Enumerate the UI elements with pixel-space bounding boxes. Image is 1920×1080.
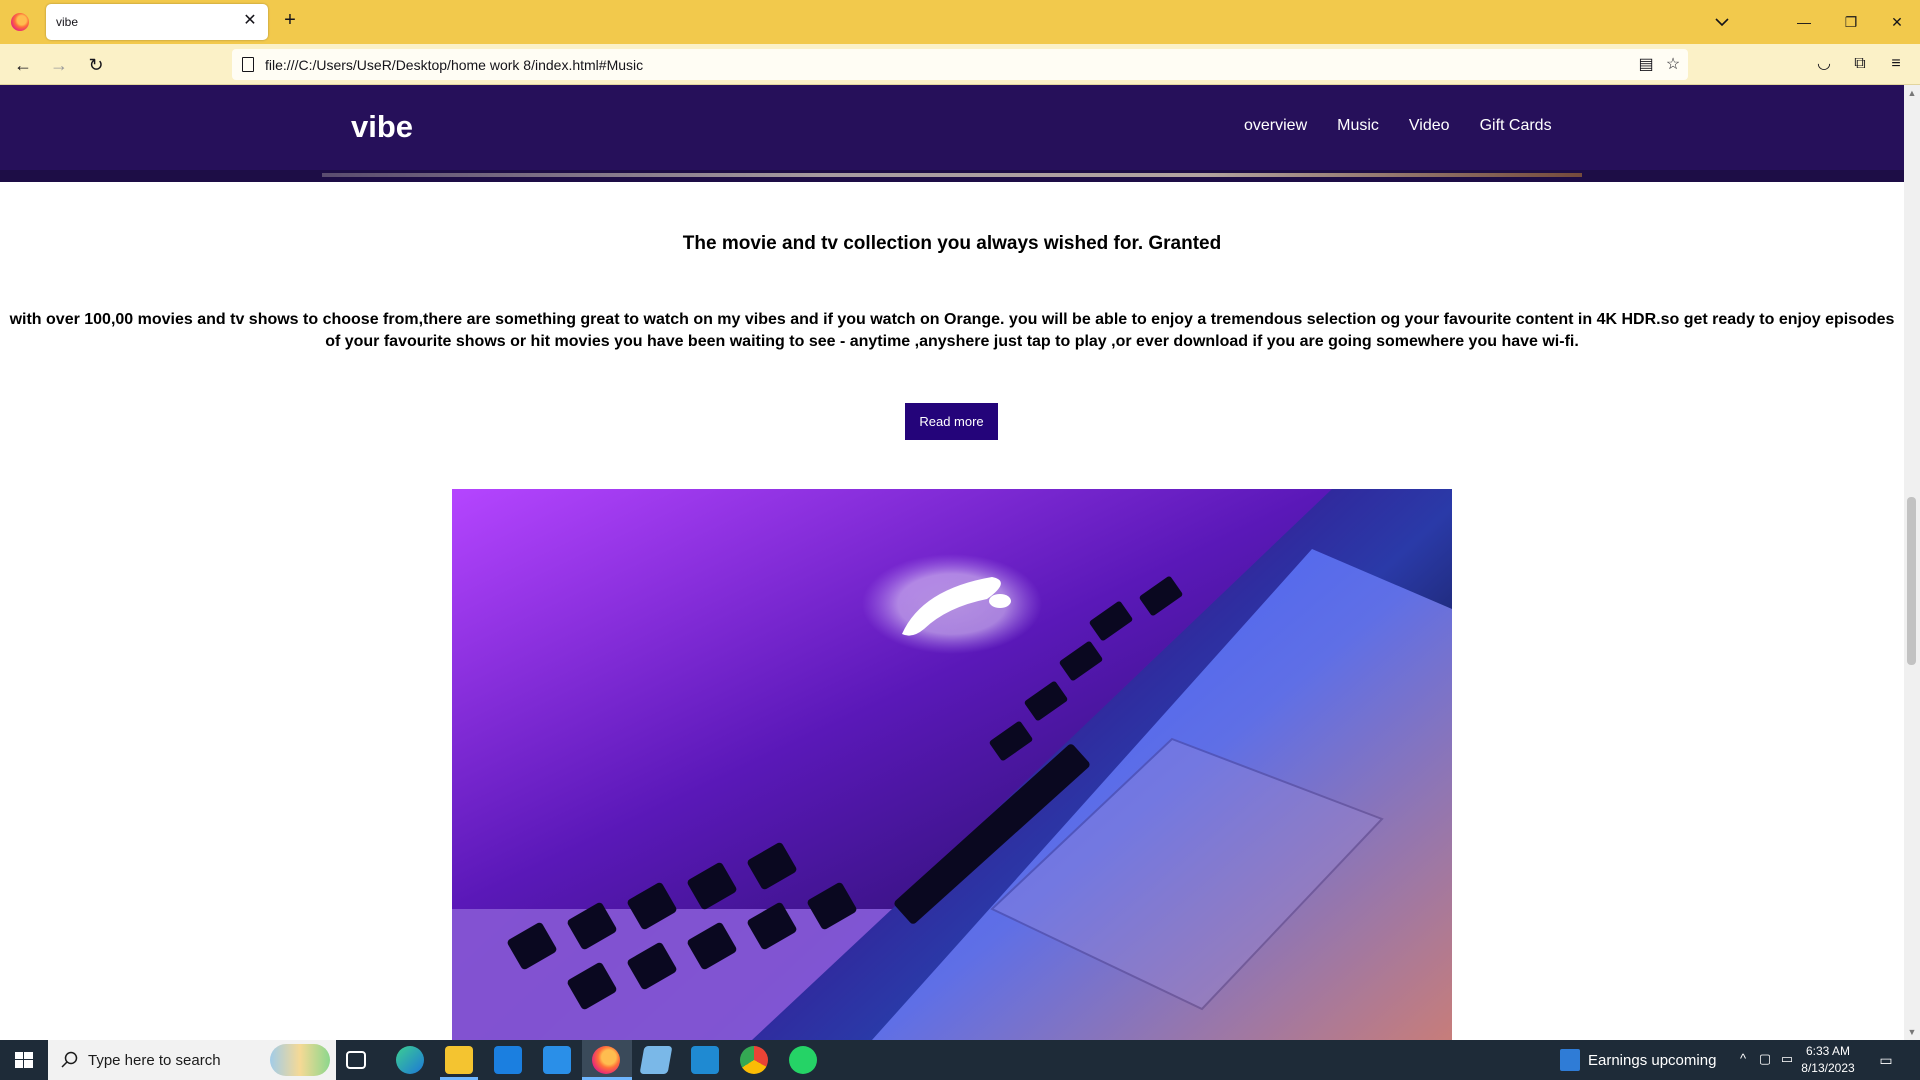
page-scrollbar[interactable]: ▲ ▼: [1904, 85, 1920, 1040]
search-icon: [61, 1051, 78, 1068]
network-icon[interactable]: ▭: [1779, 1050, 1795, 1068]
firefox-logo-icon: [11, 13, 29, 31]
chrome-icon[interactable]: [740, 1046, 768, 1074]
clock-date: 8/13/2023: [1801, 1061, 1855, 1075]
taskbar-search-box[interactable]: Type here to search: [48, 1040, 336, 1080]
page-viewport: vibe overview Music Video Gift Cards The…: [0, 85, 1904, 1040]
restore-window-icon[interactable]: ❐: [1836, 8, 1866, 36]
url-bar[interactable]: file:///C:/Users/UseR/Desktop/home work …: [232, 49, 1688, 80]
taskbar-widget[interactable]: Earnings upcoming: [1560, 1040, 1716, 1080]
notepad-icon[interactable]: [639, 1046, 673, 1074]
forward-arrow-icon[interactable]: →: [45, 51, 73, 79]
scroll-up-icon[interactable]: ▲: [1907, 88, 1917, 98]
close-tab-icon[interactable]: ✕: [240, 11, 260, 31]
edge-icon[interactable]: [396, 1046, 424, 1074]
nav-link-video[interactable]: Video: [1409, 117, 1450, 135]
browser-tab-bar: vibe ✕ + — ❐ ✕: [0, 0, 1920, 44]
show-hidden-icons-chevron-icon[interactable]: ^: [1735, 1050, 1751, 1068]
site-nav: overview Music Video Gift Cards: [1244, 117, 1552, 135]
section-headline: The movie and tv collection you always w…: [682, 233, 1222, 254]
site-header: vibe overview Music Video Gift Cards: [0, 85, 1904, 182]
windows-start-icon[interactable]: [0, 1040, 48, 1080]
file-explorer-icon[interactable]: [445, 1046, 473, 1074]
system-clock[interactable]: 6:33 AM 8/13/2023: [1800, 1043, 1856, 1077]
vscode-icon[interactable]: [691, 1046, 719, 1074]
bookmark-star-icon[interactable]: ☆: [1663, 55, 1683, 75]
section-description: with over 100,00 movies and tv shows to …: [9, 311, 1895, 350]
search-placeholder: Type here to search: [88, 1052, 221, 1069]
url-text[interactable]: file:///C:/Users/UseR/Desktop/home work …: [265, 57, 643, 73]
nav-link-gift-cards[interactable]: Gift Cards: [1480, 117, 1552, 135]
widget-text: Earnings upcoming: [1588, 1051, 1717, 1069]
laptop-photo: [452, 489, 1452, 1040]
pocket-icon[interactable]: ◡: [1812, 52, 1836, 76]
task-view-icon[interactable]: [346, 1051, 366, 1069]
notification-center-icon[interactable]: ▭: [1876, 1050, 1896, 1070]
whatsapp-icon[interactable]: [789, 1046, 817, 1074]
scroll-down-icon[interactable]: ▼: [1907, 1027, 1917, 1037]
minimize-window-icon[interactable]: —: [1789, 8, 1819, 36]
extensions-icon[interactable]: ⧉: [1848, 52, 1872, 76]
back-arrow-icon[interactable]: ←: [9, 51, 37, 79]
windows-taskbar: Type here to search Earnings upcoming ^ …: [0, 1040, 1920, 1080]
device-icon[interactable]: ▢: [1757, 1050, 1773, 1068]
nav-link-overview[interactable]: overview: [1244, 117, 1307, 135]
stock-chart-icon: [1560, 1049, 1580, 1071]
scrollbar-thumb[interactable]: [1907, 497, 1916, 665]
read-more-button[interactable]: Read more: [905, 403, 998, 440]
mail-icon[interactable]: [543, 1046, 571, 1074]
microsoft-store-icon[interactable]: [494, 1046, 522, 1074]
firefox-taskbar-icon[interactable]: [592, 1046, 620, 1074]
hero-image-highlight: [322, 173, 1582, 177]
reader-view-icon[interactable]: ▤: [1636, 55, 1656, 75]
tab-title: vibe: [56, 15, 79, 29]
tab-list-chevron-icon[interactable]: [1712, 12, 1732, 32]
site-brand[interactable]: vibe: [351, 109, 413, 145]
clock-time: 6:33 AM: [1805, 1044, 1851, 1058]
page-file-icon: [242, 57, 254, 72]
nav-link-music[interactable]: Music: [1337, 117, 1379, 135]
reload-icon[interactable]: ↻: [82, 51, 110, 79]
search-highlight-illustration: [270, 1044, 330, 1076]
app-menu-icon[interactable]: ≡: [1884, 52, 1908, 76]
close-window-icon[interactable]: ✕: [1882, 8, 1912, 36]
new-tab-icon[interactable]: +: [280, 10, 300, 32]
browser-tab-active[interactable]: vibe ✕: [46, 4, 268, 40]
browser-nav-bar: ← → ↻ file:///C:/Users/UseR/Desktop/home…: [0, 44, 1920, 85]
